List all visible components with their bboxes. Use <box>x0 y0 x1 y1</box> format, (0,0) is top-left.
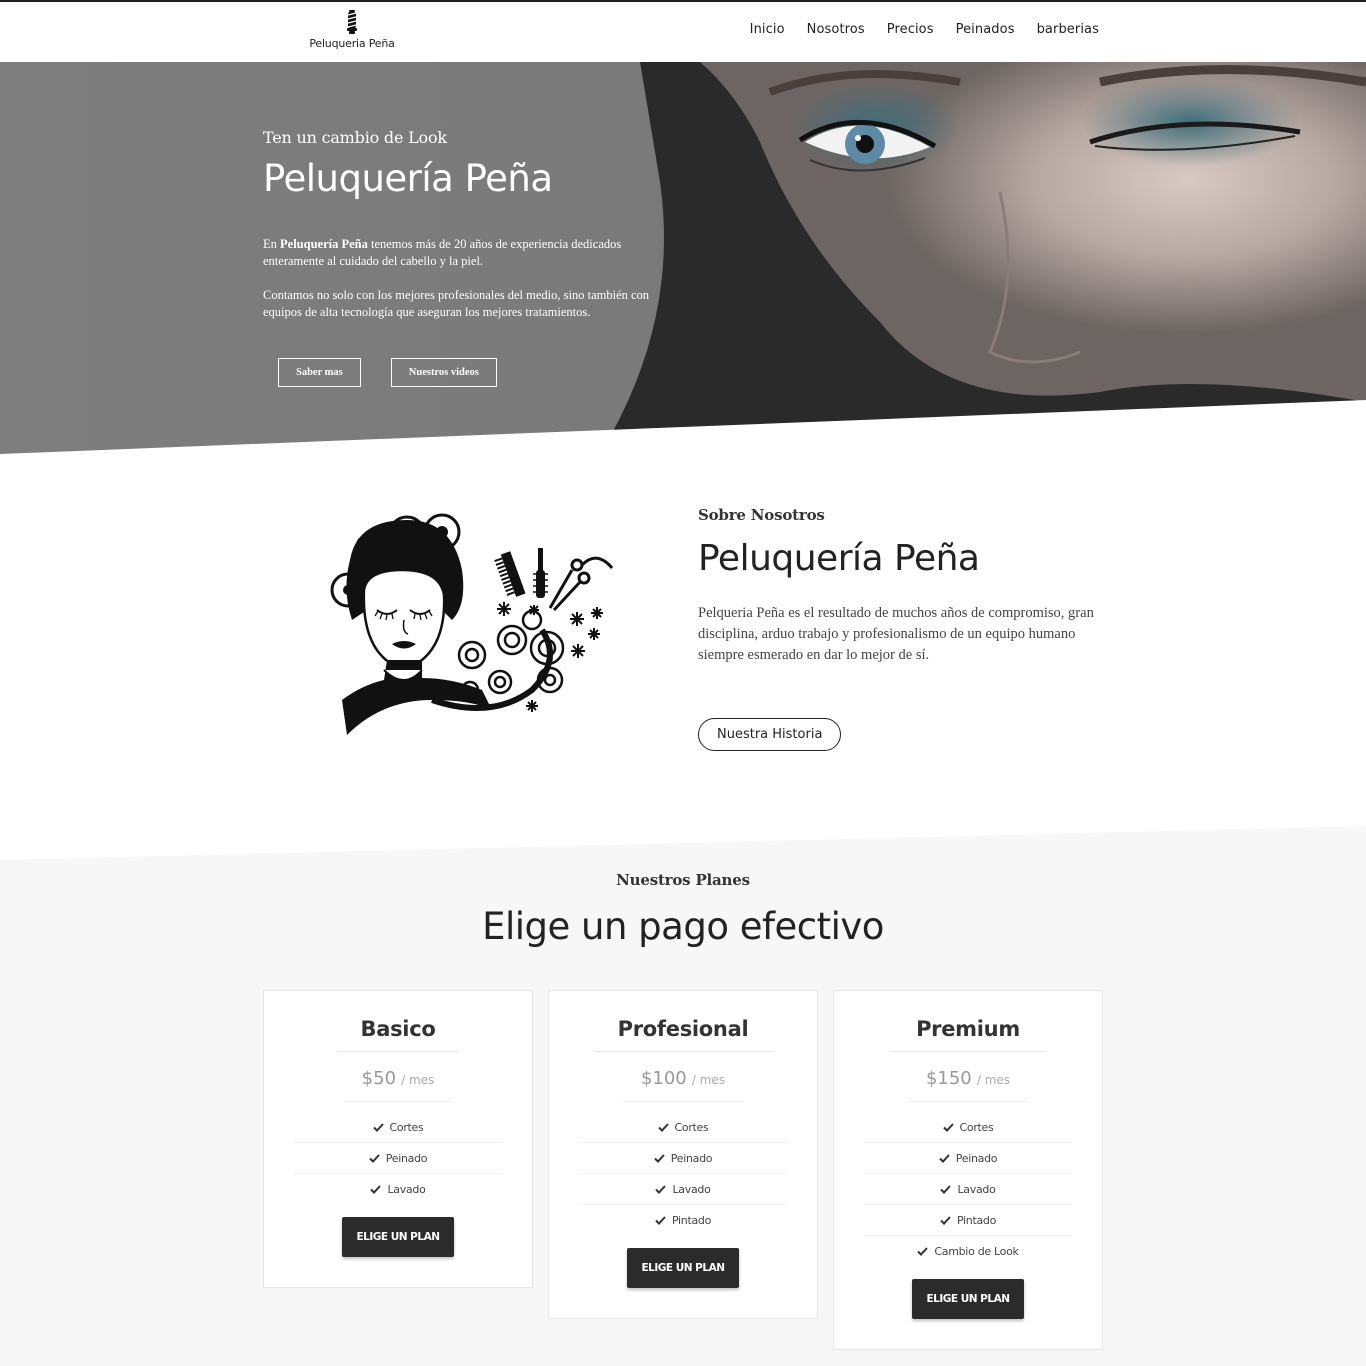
plan-name: Premium <box>892 1017 1044 1052</box>
check-icon <box>655 1185 667 1194</box>
feature-item: Pintado <box>863 1205 1073 1236</box>
nav-inicio[interactable]: Inicio <box>750 22 785 37</box>
price-period: / mes <box>691 1073 726 1087</box>
plan-price: $100 / mes <box>622 1068 744 1102</box>
elige-plan-button[interactable]: ELIGE UN PLAN <box>342 1217 454 1257</box>
hero-title: Peluquería Peña <box>263 157 553 200</box>
elige-plan-button[interactable]: ELIGE UN PLAN <box>627 1248 739 1288</box>
plan-features: Cortes Peinado Lavado Pintado Cambio de … <box>863 1112 1073 1267</box>
check-icon <box>370 1185 382 1194</box>
hero-kicker: Ten un cambio de Look <box>263 128 447 147</box>
price-value: $150 <box>925 1068 972 1089</box>
hero-section: Ten un cambio de Look Peluquería Peña En… <box>0 62 1366 454</box>
feature-item: Cortes <box>863 1112 1073 1143</box>
check-icon <box>940 1185 952 1194</box>
plan-name: Basico <box>336 1017 460 1052</box>
about-content: Sobre Nosotros Peluquería Peña Pelqueria… <box>698 506 1128 666</box>
barber-pole-icon <box>347 10 357 34</box>
plan-card-basico: Basico $50 / mes Cortes Peinado Lavado E… <box>263 990 533 1288</box>
price-period: / mes <box>401 1073 435 1087</box>
check-icon <box>372 1123 384 1132</box>
feature-item: Peinado <box>293 1143 503 1174</box>
nuestros-videos-button[interactable]: Nuestros videos <box>390 358 497 387</box>
feature-item: Lavado <box>578 1174 788 1205</box>
feature-item: Lavado <box>293 1174 503 1205</box>
hero-paragraph-2: Contamos no solo con los mejores profesi… <box>263 288 650 319</box>
plans-list: Basico $50 / mes Cortes Peinado Lavado E… <box>263 990 1103 1350</box>
nav-barberias[interactable]: barberias <box>1037 22 1099 37</box>
plan-card-premium: Premium $150 / mes Cortes Peinado Lavado… <box>833 990 1103 1350</box>
main-nav: Inicio Nosotros Precios Peinados barberi… <box>750 22 1099 37</box>
check-icon <box>940 1216 951 1225</box>
plan-name: Profesional <box>593 1017 773 1052</box>
feature-item: Peinado <box>578 1143 788 1174</box>
price-value: $50 <box>361 1068 397 1089</box>
check-icon <box>942 1123 954 1132</box>
check-icon <box>657 1123 669 1132</box>
plan-price: $150 / mes <box>907 1068 1029 1102</box>
plan-card-profesional: Profesional $100 / mes Cortes Peinado La… <box>548 990 818 1319</box>
feature-item: Cambio de Look <box>863 1236 1073 1267</box>
brand-name: Peluqueria Peña <box>309 37 395 50</box>
price-value: $100 <box>640 1068 687 1089</box>
check-icon <box>654 1154 665 1163</box>
hero-buttons: Saber mas Nuestros videos <box>278 358 497 387</box>
feature-item: Cortes <box>293 1112 503 1143</box>
check-icon <box>917 1247 929 1256</box>
feature-item: Peinado <box>863 1143 1073 1174</box>
plans-kicker: Nuestros Planes <box>616 871 750 889</box>
plan-features: Cortes Peinado Lavado <box>293 1112 503 1205</box>
saber-mas-button[interactable]: Saber mas <box>278 358 361 387</box>
feature-item: Cortes <box>578 1112 788 1143</box>
brand-logo[interactable]: Peluqueria Peña <box>300 10 404 50</box>
plans-title: Elige un pago efectivo <box>482 905 884 948</box>
feature-item: Pintado <box>578 1205 788 1236</box>
hero-brand-bold: Peluquería Peña <box>280 237 368 251</box>
check-icon <box>369 1154 380 1163</box>
nuestra-historia-button[interactable]: Nuestra Historia <box>698 718 842 751</box>
about-title: Peluquería Peña <box>698 538 980 579</box>
nav-peinados[interactable]: Peinados <box>956 22 1015 37</box>
price-period: / mes <box>976 1073 1011 1087</box>
salon-illustration <box>330 513 614 735</box>
hero-content: Ten un cambio de Look Peluquería Peña En… <box>263 128 693 338</box>
check-icon <box>939 1154 950 1163</box>
feature-item: Lavado <box>863 1174 1073 1205</box>
nav-nosotros[interactable]: Nosotros <box>807 22 865 37</box>
nav-precios[interactable]: Precios <box>887 22 934 37</box>
hero-paragraph-1: En Peluquería Peña tenemos más de 20 año… <box>263 237 622 268</box>
plan-price: $50 / mes <box>343 1068 453 1102</box>
about-kicker: Sobre Nosotros <box>698 506 825 524</box>
plan-features: Cortes Peinado Lavado Pintado <box>578 1112 788 1236</box>
about-description: Pelqueria Peña es el resultado de muchos… <box>698 605 1094 663</box>
check-icon <box>655 1216 666 1225</box>
site-header: Peluqueria Peña Inicio Nosotros Precios … <box>0 2 1366 62</box>
elige-plan-button[interactable]: ELIGE UN PLAN <box>912 1279 1024 1319</box>
